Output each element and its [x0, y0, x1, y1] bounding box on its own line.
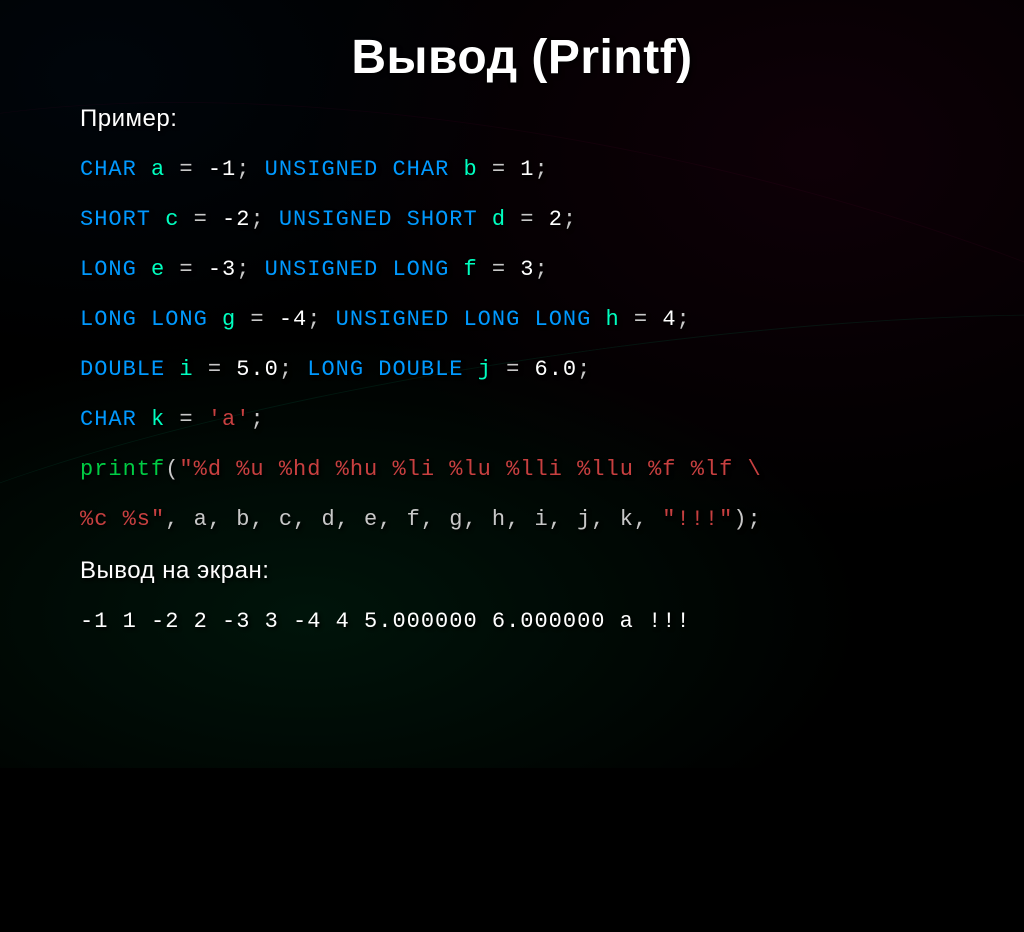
var-name: i [179, 357, 193, 382]
type-keyword: unsigned long long [336, 307, 592, 332]
type-keyword: long [80, 257, 137, 282]
type-keyword: char [80, 157, 137, 182]
num: 3 [520, 257, 534, 282]
op: = [478, 257, 521, 282]
op: ; [279, 357, 307, 382]
slide-body: Пример: char a = -1; unsigned char b = 1… [80, 107, 964, 633]
type-keyword: double [80, 357, 165, 382]
op: = [179, 207, 222, 232]
type-keyword: unsigned short [279, 207, 478, 232]
label-example: Пример: [80, 107, 964, 131]
op: ; [250, 407, 264, 432]
code-line-3: long e = -3; unsigned long f = 3; [80, 259, 964, 281]
op: ; [236, 157, 264, 182]
op: ; [563, 207, 577, 232]
slide-title: Вывод (Printf) [80, 30, 964, 85]
fmt-string: "%d %u %hd %hu %li %lu %lli %llu %f %lf … [179, 457, 761, 482]
var-name: d [492, 207, 506, 232]
op: ; [535, 257, 549, 282]
op: ( [165, 457, 179, 482]
var-name: h [606, 307, 620, 332]
string-lit: "!!!" [662, 507, 733, 532]
num: -2 [222, 207, 250, 232]
op: = [492, 357, 535, 382]
type-keyword: unsigned char [265, 157, 450, 182]
args: , a, b, c, d, e, f, g, h, i, j, k, [165, 507, 662, 532]
code-line-printf-1: printf("%d %u %hd %hu %li %lu %lli %llu … [80, 459, 964, 481]
code-line-1: char a = -1; unsigned char b = 1; [80, 159, 964, 181]
type-keyword: long double [307, 357, 463, 382]
var-name: c [165, 207, 179, 232]
var-name: k [151, 407, 165, 432]
type-keyword: unsigned long [265, 257, 450, 282]
num: 4 [662, 307, 676, 332]
num: -1 [208, 157, 236, 182]
var-name: j [478, 357, 492, 382]
char-literal: 'a' [208, 407, 251, 432]
op: = [194, 357, 237, 382]
op: ; [677, 307, 691, 332]
op: ; [577, 357, 591, 382]
op: = [236, 307, 279, 332]
op: = [620, 307, 663, 332]
num: 2 [549, 207, 563, 232]
var-name: e [151, 257, 165, 282]
code-line-5: double i = 5.0; long double j = 6.0; [80, 359, 964, 381]
type-keyword: long long [80, 307, 208, 332]
num: 1 [520, 157, 534, 182]
num: 5.0 [236, 357, 279, 382]
slide: Вывод (Printf) Пример: char a = -1; unsi… [0, 0, 1024, 768]
output-text: -1 1 -2 2 -3 3 -4 4 5.000000 6.000000 a … [80, 611, 964, 633]
code-line-6: char k = 'a'; [80, 409, 964, 431]
num: 6.0 [535, 357, 578, 382]
code-line-printf-2: %c %s", a, b, c, d, e, f, g, h, i, j, k,… [80, 509, 964, 531]
op: ; [535, 157, 549, 182]
op: ; [307, 307, 335, 332]
num: -4 [279, 307, 307, 332]
code-line-4: long long g = -4; unsigned long long h =… [80, 309, 964, 331]
var-name: g [222, 307, 236, 332]
op: = [165, 407, 208, 432]
var-name: a [151, 157, 165, 182]
label-output: Вывод на экран: [80, 559, 964, 583]
op: ; [236, 257, 264, 282]
op: ); [733, 507, 761, 532]
num: -3 [208, 257, 236, 282]
var-name: b [463, 157, 477, 182]
code-line-2: short c = -2; unsigned short d = 2; [80, 209, 964, 231]
op: ; [250, 207, 278, 232]
op: = [506, 207, 549, 232]
fmt-string: %c %s" [80, 507, 165, 532]
op: = [165, 257, 208, 282]
op: = [478, 157, 521, 182]
type-keyword: char [80, 407, 137, 432]
type-keyword: short [80, 207, 151, 232]
var-name: f [463, 257, 477, 282]
fn-name: printf [80, 457, 165, 482]
op: = [165, 157, 208, 182]
